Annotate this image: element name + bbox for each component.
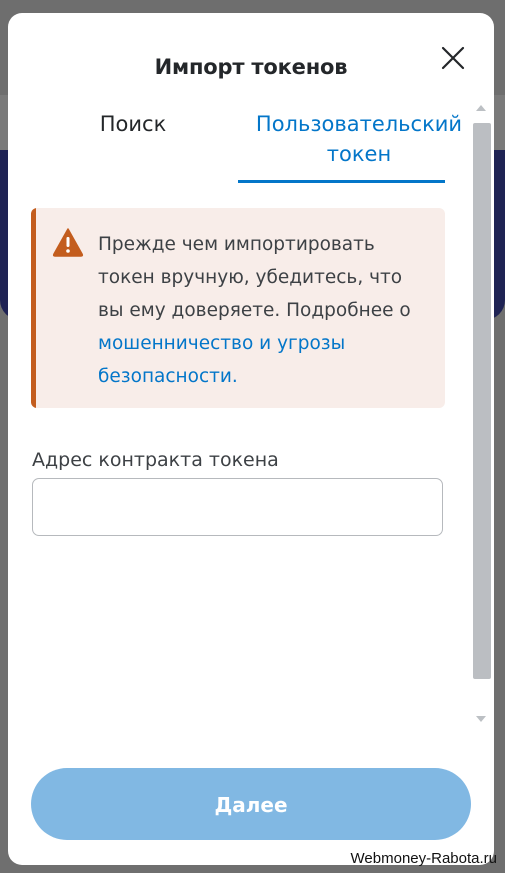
warning-text: Прежде чем импортировать токен вручную, … xyxy=(98,234,411,321)
close-button[interactable] xyxy=(438,43,468,73)
contract-address-input[interactable] xyxy=(32,478,443,536)
scrollbar-thumb[interactable] xyxy=(473,123,491,679)
warning-banner: Прежде чем импортировать токен вручную, … xyxy=(31,208,445,408)
import-tokens-modal: Импорт токенов Поиск Пользовательский то… xyxy=(8,13,494,865)
tab-custom-token[interactable]: Пользовательский токен xyxy=(244,109,474,169)
next-button[interactable]: Далее xyxy=(31,768,471,840)
scroll-up-arrow[interactable] xyxy=(476,105,486,111)
close-icon xyxy=(441,46,465,70)
contract-address-label: Адрес контракта токена xyxy=(32,449,279,471)
scroll-down-arrow[interactable] xyxy=(476,716,486,722)
modal-title: Импорт токенов xyxy=(154,55,348,79)
warning-icon xyxy=(52,228,84,257)
warning-accent-bar xyxy=(31,208,36,408)
scam-security-link[interactable]: мошенничество и угрозы безопасности. xyxy=(98,333,345,387)
active-tab-indicator xyxy=(238,180,445,183)
tab-search[interactable]: Поиск xyxy=(78,109,188,139)
watermark: Webmoney-Rabota.ru xyxy=(350,850,497,867)
warning-message: Прежде чем импортировать токен вручную, … xyxy=(98,228,433,393)
